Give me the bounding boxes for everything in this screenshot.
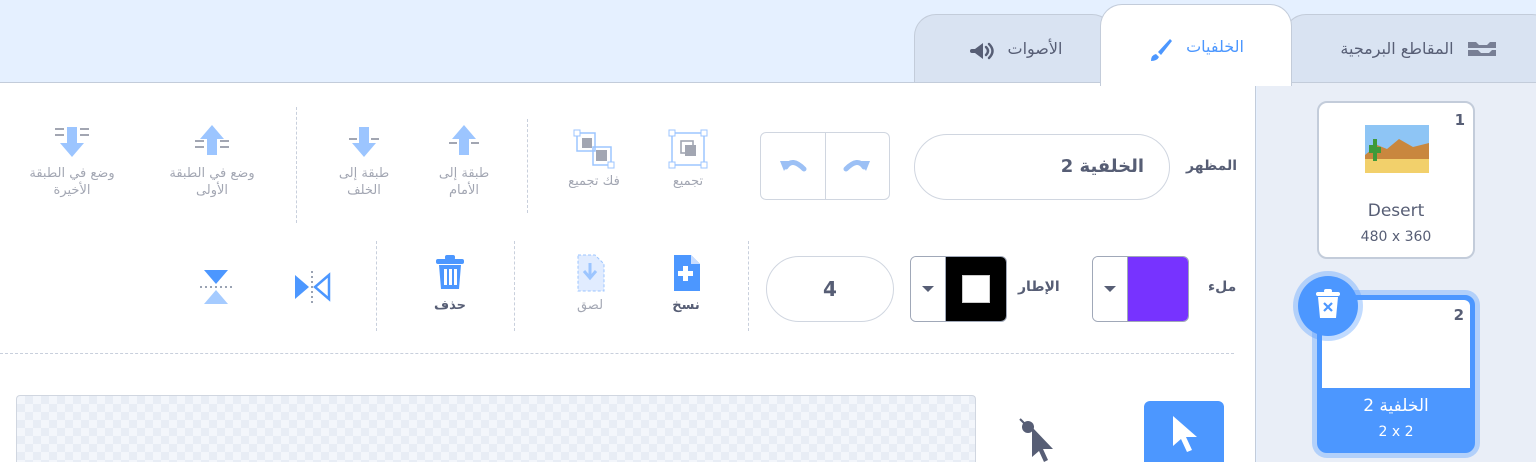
bring-to-front-icon — [193, 119, 231, 163]
arrow-up-icon — [447, 119, 481, 163]
costume-name-label: المظهر — [1186, 158, 1238, 174]
paste-button[interactable]: لصق — [560, 251, 620, 314]
front-label: وضع في الطبقة الأولى — [169, 166, 255, 198]
tab-code[interactable]: المقاطع البرمجية — [1284, 14, 1536, 84]
costume-list: 1 Desert 480 x 360 2 الخلفية 2 2 x 2 — [1257, 83, 1536, 462]
costume-number: 1 — [1454, 111, 1465, 129]
toolbar-divider — [514, 241, 515, 331]
delete-button[interactable]: حذف — [420, 251, 480, 314]
ungroup-button[interactable]: فك تجميع — [556, 127, 632, 190]
outline-label: الإطار — [1018, 279, 1060, 295]
reshape-icon — [1010, 418, 1070, 462]
ungroup-label: فك تجميع — [568, 174, 620, 189]
flip-vertical-icon — [198, 265, 234, 309]
fill-color-swatch — [1127, 257, 1188, 321]
costume-size: 480 x 360 — [1360, 229, 1432, 245]
paintbrush-icon — [1148, 37, 1174, 67]
undo-redo-group — [760, 132, 890, 200]
paint-editor: المظهر الخلفية 2 تجميع فك تجميع طبقة إلى… — [0, 83, 1256, 462]
front-button[interactable]: وضع في الطبقة الأولى — [150, 119, 274, 199]
back-button[interactable]: وضع في الطبقة الأخيرة — [10, 119, 134, 199]
delete-costume-button[interactable] — [1298, 276, 1358, 336]
chevron-down-icon — [911, 257, 945, 321]
copy-button[interactable]: نسخ — [656, 251, 716, 314]
ungroup-icon — [573, 127, 615, 171]
copy-icon — [670, 251, 702, 295]
toolbar-bottom-divider — [0, 353, 1234, 354]
backward-button[interactable]: طبقة إلى الخلف — [324, 119, 404, 199]
paste-icon — [574, 251, 606, 295]
forward-button[interactable]: طبقة إلى الأمام — [426, 119, 502, 199]
fill-color-picker[interactable] — [1092, 256, 1189, 322]
forward-label: طبقة إلى الأمام — [438, 166, 490, 198]
toolbar-divider — [527, 119, 528, 213]
tab-sounds[interactable]: الأصوات — [914, 14, 1114, 84]
flip-horizontal-button[interactable] — [286, 265, 338, 311]
copy-label: نسخ — [672, 298, 700, 313]
reshape-tool-button[interactable] — [1010, 413, 1070, 462]
fill-label: ملء — [1208, 279, 1237, 295]
stroke-width-input[interactable]: 4 — [766, 256, 894, 322]
undo-button[interactable] — [761, 133, 825, 199]
paste-label: لصق — [576, 298, 604, 313]
trash-icon — [1314, 288, 1342, 324]
redo-button[interactable] — [824, 133, 890, 199]
costume-item[interactable]: 1 Desert 480 x 360 — [1317, 101, 1475, 259]
back-label: وضع في الطبقة الأخيرة — [29, 166, 115, 198]
delete-label: حذف — [434, 298, 466, 313]
flip-horizontal-icon — [291, 265, 333, 309]
tab-backdrops-label: الخلفيات — [1186, 37, 1244, 56]
tab-backdrops[interactable]: الخلفيات — [1100, 4, 1292, 86]
arrow-down-icon — [347, 119, 381, 163]
code-blocks-icon — [1466, 39, 1498, 63]
tab-baseline — [0, 82, 1536, 83]
redo-icon — [842, 153, 872, 179]
paint-canvas[interactable] — [16, 395, 976, 462]
group-label: تجميع — [672, 174, 704, 189]
backward-label: طبقة إلى الخلف — [338, 166, 390, 198]
outline-color-picker[interactable] — [910, 256, 1007, 322]
costume-size: 2 x 2 — [1378, 424, 1414, 440]
costume-name: Desert — [1367, 201, 1425, 221]
cursor-arrow-icon — [1167, 412, 1201, 460]
tab-sounds-label: الأصوات — [1007, 39, 1063, 58]
group-button[interactable]: تجميع — [656, 127, 720, 190]
speaker-icon — [966, 39, 996, 67]
toolbar-divider — [748, 241, 749, 331]
costume-name-input[interactable]: الخلفية 2 — [914, 134, 1170, 200]
tab-code-label: المقاطع البرمجية — [1340, 39, 1454, 58]
costume-name: الخلفية 2 — [1363, 396, 1429, 416]
send-to-back-icon — [53, 119, 91, 163]
toolbar-divider — [296, 107, 297, 223]
outline-color-swatch — [945, 257, 1006, 321]
select-tool-button[interactable] — [1144, 401, 1224, 462]
costume-number: 2 — [1453, 306, 1464, 324]
trash-icon — [433, 251, 467, 295]
costume-thumbnail — [1365, 125, 1429, 173]
chevron-down-icon — [1093, 257, 1127, 321]
group-icon — [668, 127, 708, 171]
toolbar-divider — [376, 241, 377, 331]
undo-icon — [778, 153, 808, 179]
flip-vertical-button[interactable] — [190, 265, 242, 311]
